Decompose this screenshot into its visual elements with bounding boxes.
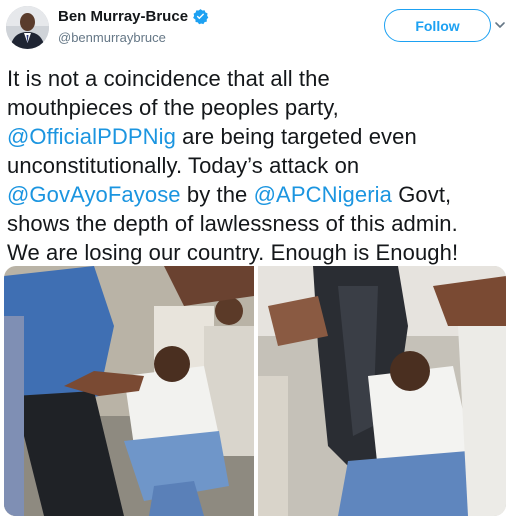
tweet-text-segment: by the [180,182,254,207]
tweet-text-segment: Govt, [391,182,452,207]
tweet-photo-1[interactable] [4,266,254,516]
tweet-text-segment: It is not a coincidence that all the [7,66,330,91]
tweet-text-segment: are being targeted even [175,124,417,149]
follow-button[interactable]: Follow [384,9,491,42]
tweet-line: @GovAyoFayose by the @APCNigeria Govt, [7,180,507,209]
tweet-text-segment: We are losing our country. Enough is Eno… [7,240,459,265]
tweet-text: It is not a coincidence that all the mou… [7,64,507,267]
tweet-text-segment: unconstitutionally. Today’s attack on [7,153,360,178]
avatar[interactable] [6,6,49,49]
mention-link-officialpdpnig[interactable]: @OfficialPDPNig [7,124,176,149]
user-handle[interactable]: @benmurraybruce [58,30,166,45]
tweet-text-segment: shows the depth of lawlessness of this a… [7,211,458,236]
tweet-line: It is not a coincidence that all the [7,64,507,93]
chevron-down-icon[interactable] [494,19,506,31]
tweet-photo-2[interactable] [258,266,506,516]
display-name[interactable]: Ben Murray-Bruce [58,8,188,25]
name-row: Ben Murray-Bruce [58,8,209,25]
tweet-line: shows the depth of lawlessness of this a… [7,209,507,238]
verified-badge-icon [193,9,209,25]
mention-link-apcnigeria[interactable]: @APCNigeria [254,182,392,207]
tweet-line: mouthpieces of the peoples party, [7,93,507,122]
tweet-text-segment: mouthpieces of the peoples party, [7,95,339,120]
tweet-line: unconstitutionally. Today’s attack on [7,151,507,180]
tweet-header: Ben Murray-Bruce @benmurraybruce Follow [0,0,510,60]
tweet-line: We are losing our country. Enough is Eno… [7,238,507,267]
mention-link-govayofayose[interactable]: @GovAyoFayose [7,182,181,207]
tweet-line: @OfficialPDPNig are being targeted even [7,122,507,151]
tweet-media [4,266,506,516]
